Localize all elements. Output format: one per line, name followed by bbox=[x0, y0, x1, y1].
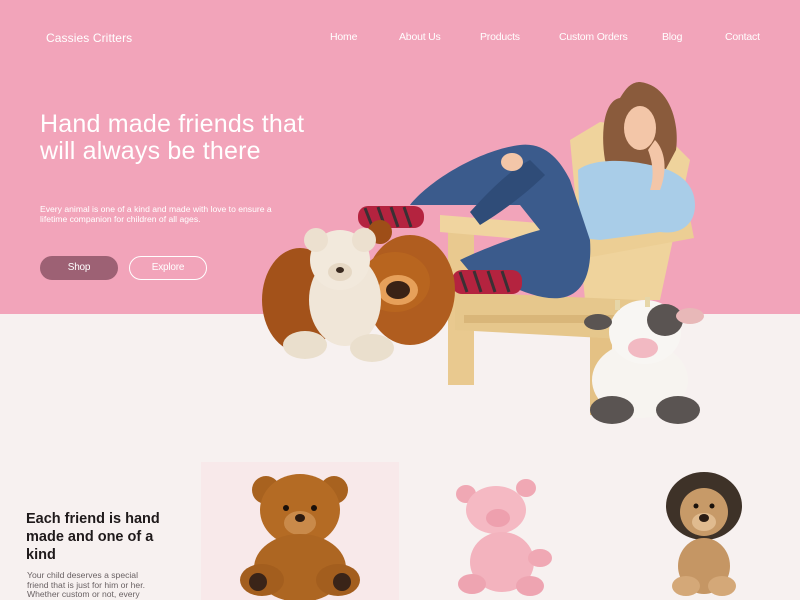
explore-button[interactable]: Explore bbox=[129, 256, 207, 280]
nav-custom-orders[interactable]: Custom Orders bbox=[559, 31, 628, 43]
nav-home[interactable]: Home bbox=[330, 31, 357, 43]
nav-blog[interactable]: Blog bbox=[662, 31, 682, 43]
section-body: Your child deserves a special friend tha… bbox=[27, 570, 145, 600]
hero-image bbox=[262, 82, 704, 424]
cow-plush-image bbox=[584, 297, 704, 424]
lion-plush-image[interactable] bbox=[662, 468, 746, 600]
teddy-bears-image bbox=[262, 220, 455, 362]
brown-bear-plush-image[interactable] bbox=[230, 468, 370, 600]
main-nav: Home About Us Products Custom Orders Blo… bbox=[0, 31, 800, 47]
pink-pig-plush-image[interactable] bbox=[452, 474, 554, 600]
nav-about-us[interactable]: About Us bbox=[399, 31, 441, 43]
nav-contact[interactable]: Contact bbox=[725, 31, 760, 43]
nav-products[interactable]: Products bbox=[480, 31, 520, 43]
shop-button[interactable]: Shop bbox=[40, 256, 118, 280]
section-title: Each friend is hand made and one of a ki… bbox=[26, 511, 160, 563]
